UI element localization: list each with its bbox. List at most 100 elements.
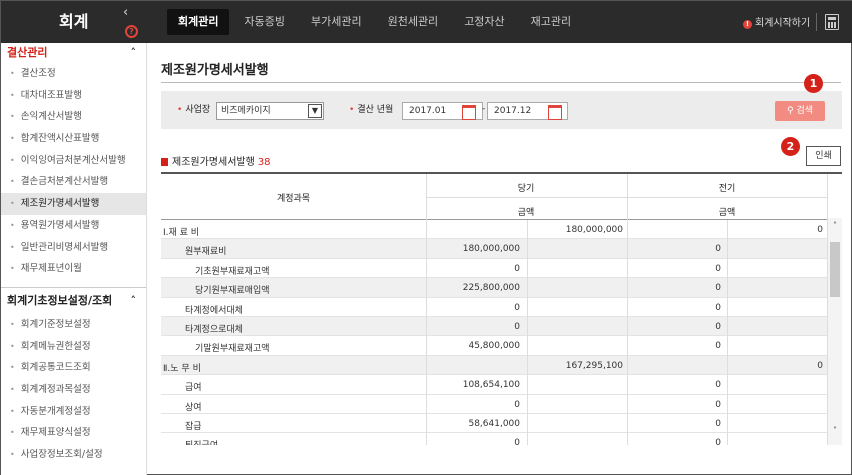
chevron-up-icon[interactable]: ˄ [828,221,842,230]
collapse-sidebar-icon[interactable]: ‹ [123,5,128,20]
sidebar-item[interactable]: 회계기준정보설정 [1,314,146,336]
table-row[interactable]: 급여 108,654,100 0 [161,375,827,395]
grid-line [527,375,528,395]
table-row[interactable]: 상여 0 0 [161,394,827,414]
prior-detail-amount: 0 [715,341,721,352]
current-detail-amount: 58,641,000 [468,418,520,429]
sidebar-item[interactable]: 이익잉여금처분계산서발행 [1,150,146,172]
chevron-down-icon[interactable]: ▼ [308,104,322,118]
prior-detail-amount: 0 [715,380,721,391]
sidebar-item[interactable]: 회계메뉴권한설정 [1,336,146,358]
sidebar-item[interactable]: 회계공통코드조회 [1,357,146,379]
calendar-icon[interactable] [460,103,477,120]
business-select[interactable]: 비즈메카이지 ▼ [216,102,324,120]
print-button[interactable]: 인쇄 [806,146,841,166]
sidebar-item[interactable]: 재무제표년이월 [1,258,146,280]
grid-line [527,258,528,279]
grid-line [627,394,628,414]
square-bullet-icon [161,158,168,166]
grid-scrollbar[interactable]: ˄ ˅ [827,218,842,445]
table-row[interactable]: 당기원부재료매입액 225,800,000 0 [161,278,827,298]
grid-line [627,316,628,337]
prior-detail-amount: 0 [715,321,721,332]
calendar-icon[interactable] [546,103,563,120]
step-badge-2: 2 [781,137,800,156]
row-count: 38 [257,157,271,168]
table-row[interactable]: 기초원부재료재고액 0 0 [161,258,827,279]
account-name: 원부재료비 [185,247,227,258]
grid-line [426,413,427,434]
calculator-icon[interactable] [825,14,839,30]
sidebar-item[interactable]: 결손금처분계산서발행 [1,171,146,193]
start-accounting-link[interactable]: ! 회계시작하기 [743,14,810,29]
sidebar-section-basic-info[interactable]: 회계기초정보설정/조회 ˄ [1,288,146,314]
sidebar-item[interactable]: 사업장정보조회/설정 [1,444,146,466]
grid-line [426,220,427,240]
sidebar-item[interactable]: 결산조정 [1,63,146,85]
sidebar-item[interactable]: 합계잔액시산표발행 [1,128,146,150]
table-row[interactable]: 타계정으로대체 0 0 [161,316,827,337]
account-name: 기말원부재료재고액 [195,344,270,355]
account-name: Ⅱ.노 무 비 [163,363,201,374]
sidebar-item[interactable]: 용역원가명세서발행 [1,215,146,237]
search-button[interactable]: ⚲ 검색 [775,101,825,121]
table-row[interactable]: Ⅱ.노 무 비 167,295,100 0 [161,355,827,376]
grid-line [727,297,728,317]
current-total-amount: 180,000,000 [565,225,623,235]
grid-line [627,239,628,259]
menu-item-4[interactable]: 고정자산 [453,9,515,35]
grid-line [627,355,628,376]
table-row[interactable]: 퇴직급여 0 0 [161,433,827,445]
prior-detail-amount: 0 [715,399,721,410]
scrollbar-thumb[interactable] [830,242,840,297]
grid-line [527,316,528,337]
sidebar-item[interactable]: 회계계정과목설정 [1,379,146,401]
table-row[interactable]: 원부재료비 180,000,000 0 [161,239,827,259]
grid-line [727,375,728,395]
sidebar-item[interactable]: 일반관리비명세서발행 [1,237,146,259]
current-detail-amount: 0 [514,438,520,445]
menu-item-0[interactable]: 회계관리 [167,9,230,35]
sidebar-item[interactable]: 제조원가명세서발행 [1,193,146,215]
grid-line [426,278,427,298]
app-logo: 회계 [59,12,89,31]
sidebar-item[interactable]: 자동분개계정설정 [1,401,146,423]
sidebar-item[interactable]: 대차대조표발행 [1,85,146,107]
prior-detail-amount: 0 [715,263,721,274]
grid-line [627,297,628,317]
step-badge-1: 1 [804,74,823,93]
menu-item-5[interactable]: 재고관리 [520,9,582,35]
account-name: Ⅰ.재 료 비 [163,228,200,238]
current-period-header: 당기 [517,184,535,194]
prior-total-amount: 0 [817,225,823,235]
menu-item-3[interactable]: 원천세관리 [377,9,450,35]
sidebar-item[interactable]: 재무제표양식설정 [1,422,146,444]
chevron-down-icon[interactable]: ˅ [828,426,842,435]
current-detail-amount: 0 [514,321,520,332]
current-detail-amount: 0 [514,263,520,274]
menu-item-1[interactable]: 자동증빙 [233,9,295,35]
help-icon[interactable]: ? [125,25,138,38]
main-menu: 회계관리 자동증빙 부가세관리 원천세관리 고정자산 재고관리 [167,9,586,35]
search-button-label: 검색 [796,106,814,116]
grid-line [527,220,528,240]
grid-line [627,375,628,395]
table-row[interactable]: 타계정에서대체 0 0 [161,297,827,317]
table-row[interactable]: Ⅰ.재 료 비 180,000,000 0 [161,220,827,240]
grid-line [727,316,728,337]
account-name: 상여 [185,402,202,413]
period-label-text: 결산 년월 [357,105,394,115]
grid-line [727,336,728,356]
menu-item-2[interactable]: 부가세관리 [300,9,373,35]
grid-line [727,258,728,279]
sidebar-item[interactable]: 손익계산서발행 [1,106,146,128]
table-row[interactable]: 기말원부재료재고액 45,800,000 0 [161,336,827,356]
account-name: 잡급 [185,421,202,432]
sidebar-section-closing[interactable]: 결산관리 ˄ [1,43,146,63]
current-detail-amount: 45,800,000 [468,341,520,352]
sidebar-list-closing: 결산조정대차대조표발행손익계산서발행합계잔액시산표발행이익잉여금처분계산서발행결… [1,63,146,280]
grid-line [426,433,427,445]
grid-line [426,239,427,259]
table-row[interactable]: 잡급 58,641,000 0 [161,413,827,434]
period-label: • 결산 년월 [349,105,394,115]
